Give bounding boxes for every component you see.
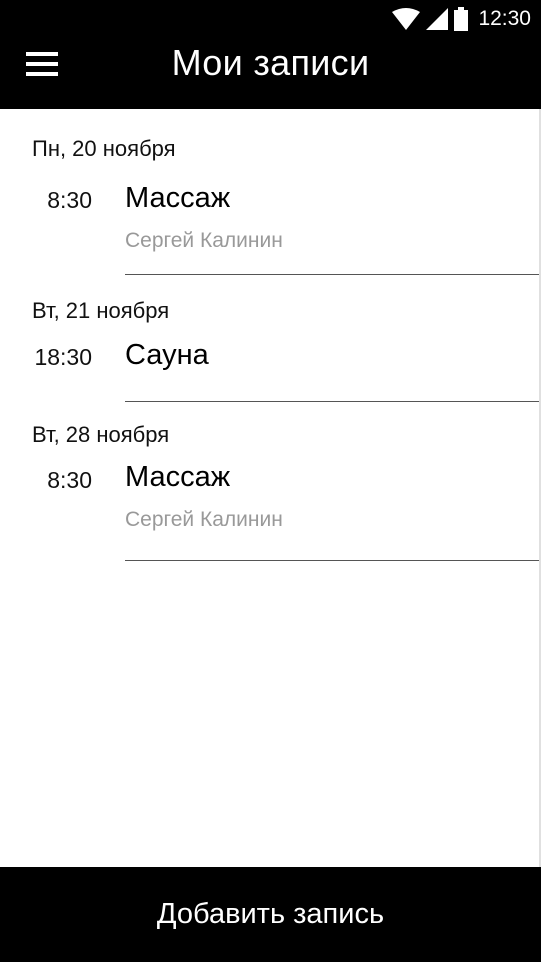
divider <box>125 560 541 561</box>
status-bar: 12:30 <box>392 6 531 32</box>
battery-icon <box>454 7 469 31</box>
appointment-service: Сауна <box>125 339 209 371</box>
day-header: Вт, 28 ноября <box>32 422 170 447</box>
add-appointment-button[interactable]: Добавить запись <box>0 867 541 962</box>
appointment-time: 8:30 <box>47 187 92 213</box>
day-header: Пн, 20 ноября <box>32 136 176 161</box>
wifi-icon <box>392 8 421 30</box>
status-time: 12:30 <box>478 7 531 30</box>
divider <box>125 274 541 275</box>
app-bar: 12:30 Мои записи <box>0 0 541 109</box>
appointment-time: 8:30 <box>47 467 92 493</box>
appointment-time: 18:30 <box>34 344 92 370</box>
cellular-signal-icon <box>426 8 449 30</box>
appointment-specialist: Сергей Калинин <box>125 508 283 531</box>
appointment-service: Массаж <box>125 461 231 493</box>
day-header: Вт, 21 ноября <box>32 298 170 323</box>
appointment-service: Массаж <box>125 182 231 214</box>
divider <box>125 401 541 402</box>
page-title: Мои записи <box>171 42 370 83</box>
appointment-specialist: Сергей Калинин <box>125 229 283 252</box>
